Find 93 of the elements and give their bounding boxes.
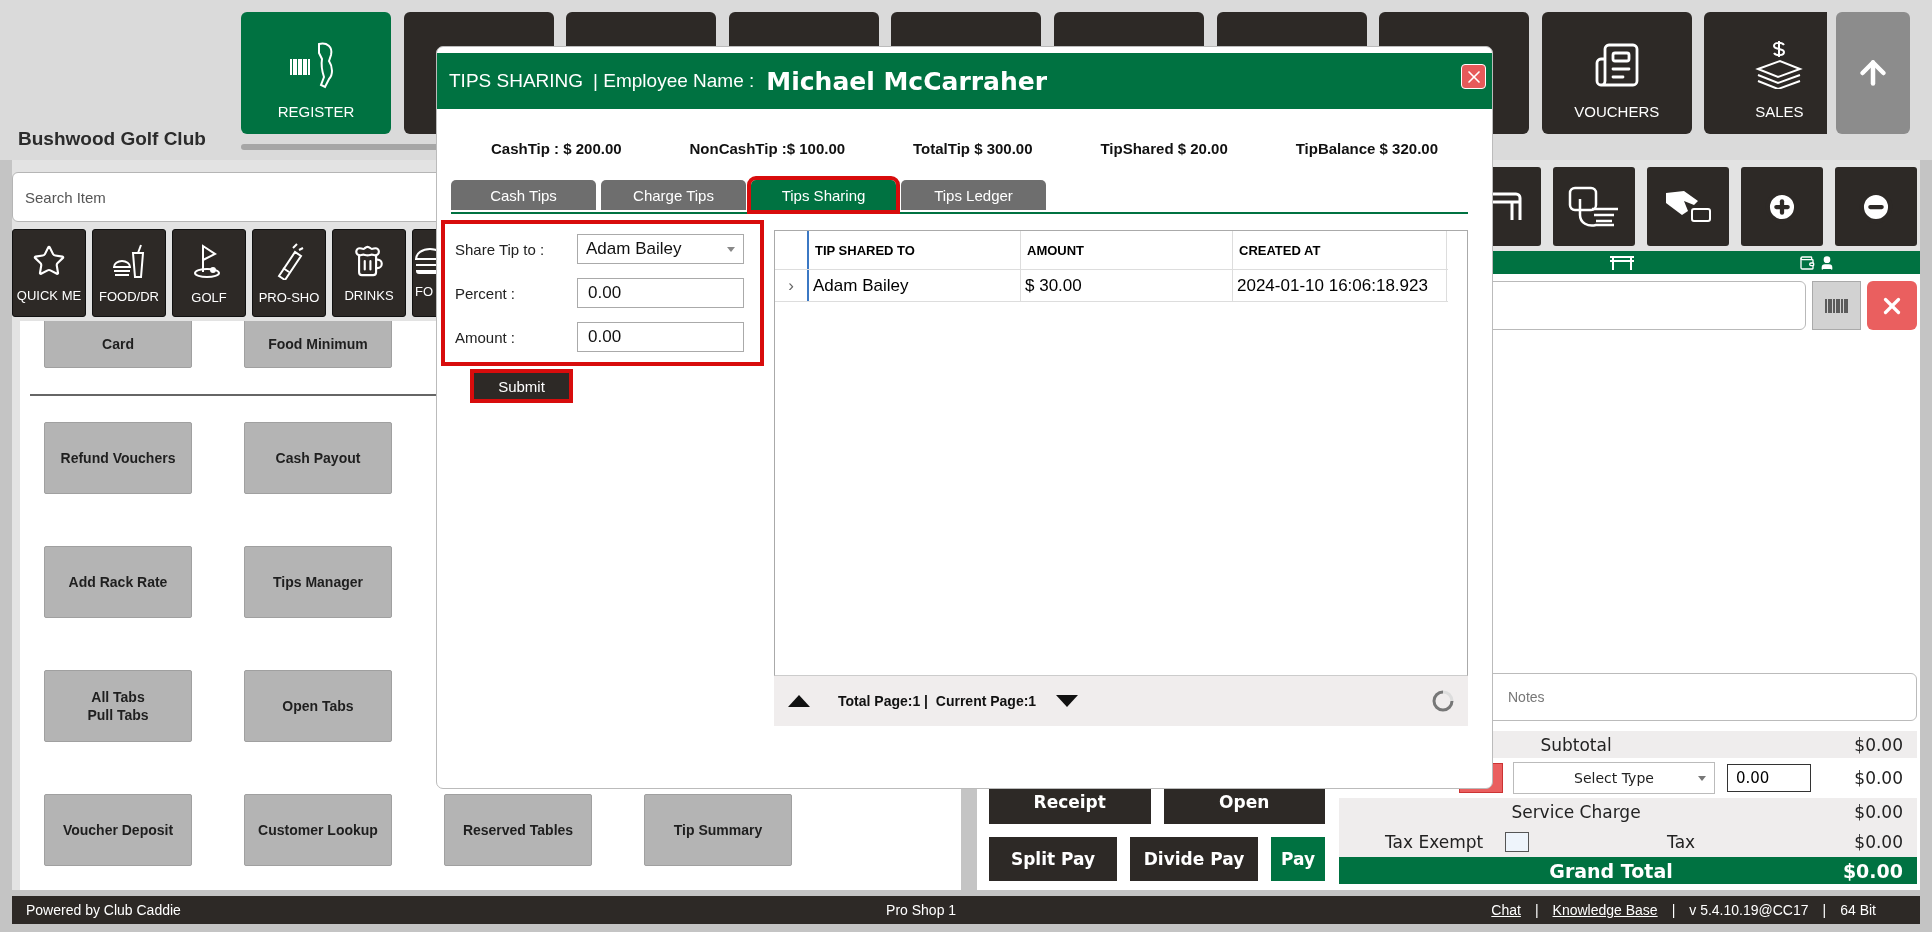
tip-stat: TipBalance $ 320.00 <box>1295 140 1438 159</box>
hand-card-icon <box>1664 188 1712 225</box>
column-header: AMOUNT <box>1021 231 1233 269</box>
menu-tile[interactable]: Open Tabs <box>244 670 392 742</box>
row-expander[interactable]: › <box>775 270 809 301</box>
column-header: TIP SHARED TO <box>809 231 1021 269</box>
menu-tile[interactable]: Tips Manager <box>244 546 392 618</box>
grand-total-label: Grand Total <box>1548 859 1674 882</box>
powered-by-text: Powered by Club Caddie <box>26 902 181 918</box>
share-tip-select[interactable]: Adam Bailey <box>577 234 744 264</box>
category-tile[interactable]: FOOD/DR <box>92 229 166 317</box>
grand-total-value: $0.00 <box>1841 859 1903 882</box>
table-icon <box>1609 254 1635 271</box>
nav-button[interactable]: VOUCHERS <box>1541 12 1692 134</box>
subtotal-value: $0.00 <box>1853 734 1903 755</box>
tax-label: Tax <box>1666 831 1697 852</box>
nav-button[interactable]: SALES <box>1704 12 1827 134</box>
amount-field[interactable]: 0.00 <box>577 322 744 352</box>
tip-stat: CashTip : $ 200.00 <box>490 140 622 159</box>
tab[interactable]: Charge Tips <box>601 180 746 210</box>
menu-tile[interactable]: Card <box>44 321 192 368</box>
nav-button[interactable]: REGISTER <box>241 12 391 134</box>
action-button[interactable]: Pay <box>1271 837 1325 881</box>
menu-tile[interactable]: Customer Lookup <box>244 794 392 866</box>
submit-button[interactable]: Submit <box>474 373 569 399</box>
add-button[interactable] <box>1741 167 1823 246</box>
footer-link[interactable]: Chat <box>1491 902 1521 918</box>
barcode-icon <box>1824 297 1849 314</box>
tax-exempt-checkbox[interactable] <box>1505 831 1530 852</box>
wallet-icon <box>1799 254 1815 271</box>
menu-tile[interactable]: Food Minimum <box>244 321 392 368</box>
burger-drink-icon <box>111 242 147 279</box>
remove-button[interactable] <box>1835 167 1917 246</box>
category-tile[interactable]: PRO-SHO <box>252 229 326 317</box>
service-charge-label: Service Charge <box>1510 802 1642 822</box>
caret-icon <box>1698 776 1706 781</box>
table-cell: $ 30.00 <box>1021 270 1233 301</box>
caret-icon <box>727 246 735 252</box>
dialog-title: TIPS SHARING <box>449 70 584 92</box>
version-text: v 5.4.10.19@CC17 <box>1689 902 1809 918</box>
page-info: Total Page:1 | Current Page:1 <box>838 693 1037 709</box>
touch-button[interactable] <box>1553 167 1635 246</box>
category-tile[interactable]: QUICK ME <box>12 229 86 317</box>
loading-spinner-icon <box>1432 690 1454 712</box>
menu-tile[interactable]: Add Rack Rate <box>44 546 192 618</box>
separator: | <box>1822 902 1827 918</box>
amount-label: Amount : <box>455 328 516 346</box>
beer-mug-icon <box>352 243 386 278</box>
menu-tile[interactable]: Tip Summary <box>644 794 792 866</box>
category-tile[interactable]: GOLF <box>172 229 246 317</box>
category-tile[interactable]: DRINKS <box>332 229 406 317</box>
tab[interactable]: Cash Tips <box>451 180 596 210</box>
subtotal-label: Subtotal <box>1539 734 1613 755</box>
menu-tile[interactable]: Refund Vouchers <box>44 422 192 494</box>
discount-type-select[interactable]: Select Type <box>1513 762 1715 794</box>
separator: | <box>1671 902 1676 918</box>
tip-stat: TotalTip $ 300.00 <box>913 140 1033 159</box>
table-cell: Adam Bailey <box>809 270 1021 301</box>
service-charge-value: $0.00 <box>1853 802 1903 822</box>
tip-stat: TipShared $ 20.00 <box>1100 140 1228 159</box>
footer-link[interactable]: Knowledge Base <box>1552 902 1658 918</box>
action-button[interactable]: Split Pay <box>989 837 1117 881</box>
action-button[interactable]: Divide Pay <box>1130 837 1258 881</box>
person-icon <box>1819 254 1835 271</box>
menu-tile[interactable]: Voucher Deposit <box>44 794 192 866</box>
share-tip-label: Share Tip to : <box>455 240 545 258</box>
column-header: CREATED AT <box>1233 231 1447 269</box>
page-down-icon[interactable] <box>1056 695 1079 707</box>
table-cell: 2024-01-10 16:06:18.923 <box>1233 270 1447 301</box>
menu-tile[interactable]: All Tabs Pull Tabs <box>44 670 192 742</box>
separator: | <box>1534 902 1539 918</box>
employee-label: | Employee Name : <box>593 70 755 92</box>
star-icon <box>32 243 66 278</box>
station-name: Pro Shop 1 <box>885 902 958 918</box>
percent-label: Percent : <box>455 284 516 302</box>
menu-tile[interactable]: Cash Payout <box>244 422 392 494</box>
scroll-up-button[interactable] <box>1836 12 1910 134</box>
discount-value: $0.00 <box>1853 768 1903 788</box>
page-up-icon[interactable] <box>788 695 810 707</box>
tip-stat: NonCashTip :$ 100.00 <box>689 140 846 159</box>
tax-value: $0.00 <box>1853 831 1903 852</box>
close-button[interactable] <box>1461 64 1486 89</box>
card-payment-button[interactable] <box>1647 167 1729 246</box>
tax-exempt-label: Tax Exempt <box>1385 831 1484 852</box>
bitness-text: 64 Bit <box>1840 902 1876 918</box>
menu-tile[interactable]: Reserved Tables <box>444 794 592 866</box>
clear-button[interactable] <box>1867 281 1917 330</box>
percent-field[interactable]: 0.00 <box>577 278 744 308</box>
barcode-button[interactable] <box>1812 281 1861 330</box>
club-name: Bushwood Golf Club <box>18 128 206 150</box>
tab[interactable]: Tips Ledger <box>901 180 1046 210</box>
discount-amount-field[interactable]: 0.00 <box>1727 764 1811 792</box>
employee-name: Michael McCarraher <box>766 66 1047 96</box>
